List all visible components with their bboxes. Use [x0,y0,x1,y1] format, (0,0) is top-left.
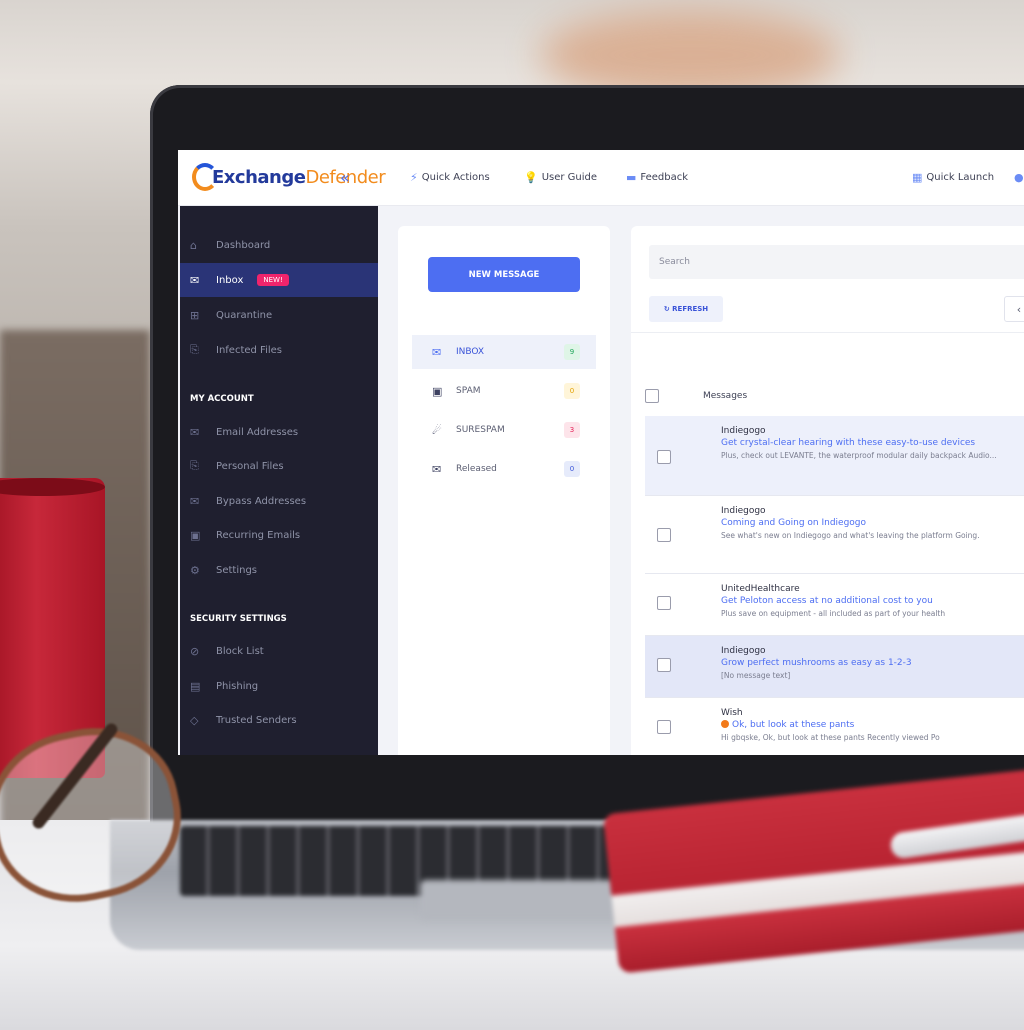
lightbulb-icon: 💡 [524,171,538,184]
home-icon: ⌂ [190,238,197,252]
exchangedefender-logo[interactable]: Exchange Defender [192,162,386,192]
new-message-button[interactable]: NEW MESSAGE [428,257,580,292]
refresh-button[interactable]: ↻ REFRESH [649,296,723,322]
double-chevron-left-icon[interactable]: « [340,168,350,187]
sidebar-item-recurring-emails[interactable]: ▣ Recurring Emails [180,518,378,552]
table-row[interactable]: Indiegogo Coming and Going on Indiegogo … [645,496,1024,574]
divider [631,332,1024,333]
released-icon: ✉ [432,462,442,476]
messages-header-row: Messages [645,378,1024,414]
folder-surespam[interactable]: ☄ SURESPAM 3 [412,413,596,447]
released-count: 0 [564,461,580,477]
logo-text-exchange: Exchange [212,166,306,188]
table-row[interactable]: Indiegogo Grow perfect mushrooms as easy… [645,636,1024,698]
table-row[interactable]: UnitedHealthcare Get Peloton access at n… [645,574,1024,636]
user-menu-icon[interactable]: ● [1014,171,1024,184]
security-settings-heading: SECURITY SETTINGS [190,614,287,624]
laptop-screen: Exchange Defender « ⚡ Quick Actions 💡 Us… [178,150,1024,755]
top-bar: Exchange Defender « ⚡ Quick Actions 💡 Us… [178,150,1024,206]
surespam-icon: ☄ [432,423,442,437]
sidebar: ⌂ Dashboard ✉ Inbox NEW! ⊞ Quarantine ⎘ … [180,206,378,755]
calendar-icon: ▣ [190,528,201,542]
messages-panel: ↻ REFRESH ‹ Messages Indiegogo Get cryst… [631,226,1024,755]
phishing-icon: ▤ [190,679,201,693]
folder-inbox[interactable]: ✉ INBOX 9 [412,335,596,369]
sidebar-item-email-addresses[interactable]: ✉ Email Addresses [180,415,378,449]
spam-icon: ▣ [432,384,443,398]
row-checkbox[interactable] [657,450,671,464]
gear-icon: ⚙ [190,563,200,577]
sidebar-item-settings[interactable]: ⚙ Settings [180,553,378,587]
grid-icon: ▦ [912,171,923,184]
row-checkbox[interactable] [657,528,671,542]
shield-icon: ◇ [190,713,199,727]
chevron-left-icon: ‹ [1016,302,1022,316]
quarantine-icon: ⊞ [190,308,200,322]
sidebar-item-trusted-senders[interactable]: ◇ Trusted Senders [180,703,378,737]
row-checkbox[interactable] [657,720,671,734]
select-all-checkbox[interactable] [645,389,659,403]
peach-emoji-icon [721,720,729,728]
inbox-icon: ✉ [432,345,442,359]
file-icon: ⎘ [190,459,199,472]
my-account-heading: MY ACCOUNT [190,394,254,404]
sidebar-item-block-list[interactable]: ⊘ Block List [180,634,378,668]
sidebar-item-bypass-addresses[interactable]: ✉ Bypass Addresses [180,484,378,518]
sidebar-item-infected-files[interactable]: ⎘ Infected Files [180,333,378,367]
sidebar-item-inbox[interactable]: ✉ Inbox NEW! [180,263,378,297]
user-guide-link[interactable]: 💡 User Guide [524,171,597,184]
row-checkbox[interactable] [657,658,671,672]
new-badge: NEW! [257,274,289,286]
sidebar-item-phishing[interactable]: ▤ Phishing [180,669,378,703]
block-icon: ⊘ [190,644,200,658]
quick-actions-link[interactable]: ⚡ Quick Actions [410,171,490,184]
sidebar-item-dashboard[interactable]: ⌂ Dashboard [180,228,378,262]
envelope-icon: ✉ [190,273,200,287]
folder-spam[interactable]: ▣ SPAM 0 [412,374,596,408]
feedback-link[interactable]: ▬ Feedback [626,171,688,184]
folder-released[interactable]: ✉ Released 0 [412,452,596,486]
quick-launch-link[interactable]: ▦ Quick Launch [912,171,994,184]
refresh-icon: ↻ [663,305,673,313]
table-row[interactable]: Indiegogo Get crystal-clear hearing with… [645,416,1024,496]
surespam-count: 3 [564,422,580,438]
inbox-count: 9 [564,344,580,360]
sidebar-item-quarantine[interactable]: ⊞ Quarantine [180,298,378,332]
table-row[interactable]: Wish Ok, but look at these pants Hi gbqs… [645,698,1024,755]
spam-count: 0 [564,383,580,399]
search-input[interactable] [649,245,1024,279]
previous-page-button[interactable]: ‹ [1004,296,1024,322]
feedback-icon: ▬ [626,171,637,184]
folders-panel: NEW MESSAGE ✉ INBOX 9 ▣ SPAM 0 ☄ SURESPA… [398,226,610,755]
envelope-icon: ✉ [190,425,200,439]
envelope-icon: ✉ [190,494,200,508]
sidebar-item-personal-files[interactable]: ⎘ Personal Files [180,449,378,483]
file-icon: ⎘ [190,343,199,356]
row-checkbox[interactable] [657,596,671,610]
lightning-icon: ⚡ [410,171,418,184]
